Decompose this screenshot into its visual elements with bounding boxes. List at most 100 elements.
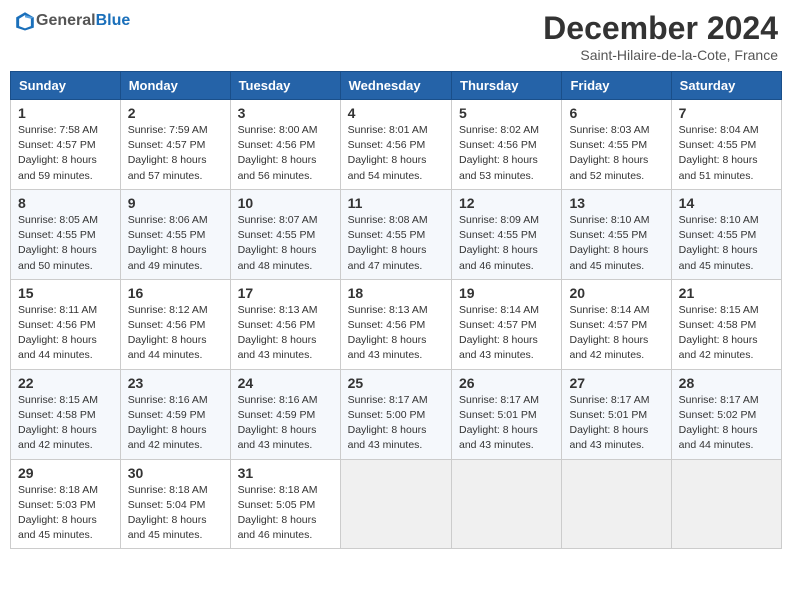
title-block: December 2024 Saint-Hilaire-de-la-Cote, … — [543, 10, 778, 63]
day-number: 29 — [18, 465, 113, 481]
day-number: 8 — [18, 195, 113, 211]
month-title: December 2024 — [543, 10, 778, 47]
day-info: Sunrise: 8:09 AMSunset: 4:55 PMDaylight:… — [459, 213, 554, 274]
day-number: 2 — [128, 105, 223, 121]
calendar-week-1: 1 Sunrise: 7:58 AMSunset: 4:57 PMDaylight… — [11, 100, 782, 190]
calendar-header-monday: Monday — [120, 72, 230, 100]
day-number: 30 — [128, 465, 223, 481]
calendar-cell: 24 Sunrise: 8:16 AMSunset: 4:59 PMDayligh… — [230, 369, 340, 459]
day-number: 22 — [18, 375, 113, 391]
day-number: 21 — [679, 285, 774, 301]
day-number: 9 — [128, 195, 223, 211]
day-info: Sunrise: 8:15 AMSunset: 4:58 PMDaylight:… — [18, 393, 113, 454]
day-info: Sunrise: 8:16 AMSunset: 4:59 PMDaylight:… — [128, 393, 223, 454]
day-info: Sunrise: 8:14 AMSunset: 4:57 PMDaylight:… — [459, 303, 554, 364]
day-info: Sunrise: 8:10 AMSunset: 4:55 PMDaylight:… — [569, 213, 663, 274]
calendar-cell: 19 Sunrise: 8:14 AMSunset: 4:57 PMDayligh… — [452, 279, 562, 369]
day-number: 17 — [238, 285, 333, 301]
day-info: Sunrise: 8:17 AMSunset: 5:00 PMDaylight:… — [348, 393, 444, 454]
calendar-week-4: 22 Sunrise: 8:15 AMSunset: 4:58 PMDayligh… — [11, 369, 782, 459]
day-info: Sunrise: 8:13 AMSunset: 4:56 PMDaylight:… — [238, 303, 333, 364]
calendar-cell: 12 Sunrise: 8:09 AMSunset: 4:55 PMDayligh… — [452, 189, 562, 279]
page-header: GeneralBlue December 2024 Saint-Hilaire-… — [10, 10, 782, 63]
day-info: Sunrise: 8:17 AMSunset: 5:01 PMDaylight:… — [569, 393, 663, 454]
day-number: 11 — [348, 195, 444, 211]
day-number: 14 — [679, 195, 774, 211]
day-info: Sunrise: 8:13 AMSunset: 4:56 PMDaylight:… — [348, 303, 444, 364]
day-number: 26 — [459, 375, 554, 391]
calendar-header-row: SundayMondayTuesdayWednesdayThursdayFrid… — [11, 72, 782, 100]
day-number: 1 — [18, 105, 113, 121]
calendar-cell: 11 Sunrise: 8:08 AMSunset: 4:55 PMDayligh… — [340, 189, 451, 279]
logo-blue-text: Blue — [96, 12, 131, 30]
calendar-cell: 5 Sunrise: 8:02 AMSunset: 4:56 PMDaylight… — [452, 100, 562, 190]
calendar-cell: 17 Sunrise: 8:13 AMSunset: 4:56 PMDayligh… — [230, 279, 340, 369]
calendar-header-sunday: Sunday — [11, 72, 121, 100]
day-number: 7 — [679, 105, 774, 121]
calendar-cell: 14Sunrise: 8:10 AMSunset: 4:55 PMDayligh… — [671, 189, 781, 279]
day-number: 28 — [679, 375, 774, 391]
day-info: Sunrise: 8:03 AMSunset: 4:55 PMDaylight:… — [569, 123, 663, 184]
calendar-week-3: 15 Sunrise: 8:11 AMSunset: 4:56 PMDayligh… — [11, 279, 782, 369]
calendar-cell: 9Sunrise: 8:06 AMSunset: 4:55 PMDaylight… — [120, 189, 230, 279]
day-info: Sunrise: 8:18 AMSunset: 5:03 PMDaylight:… — [18, 483, 113, 544]
calendar-cell: 18 Sunrise: 8:13 AMSunset: 4:56 PMDayligh… — [340, 279, 451, 369]
calendar-cell — [671, 459, 781, 549]
calendar-cell: 15 Sunrise: 8:11 AMSunset: 4:56 PMDayligh… — [11, 279, 121, 369]
day-number: 3 — [238, 105, 333, 121]
calendar-header-friday: Friday — [562, 72, 671, 100]
day-info: Sunrise: 7:59 AMSunset: 4:57 PMDaylight:… — [128, 123, 223, 184]
day-number: 27 — [569, 375, 663, 391]
calendar-cell: 20 Sunrise: 8:14 AMSunset: 4:57 PMDayligh… — [562, 279, 671, 369]
calendar-week-2: 8Sunrise: 8:05 AMSunset: 4:55 PMDaylight… — [11, 189, 782, 279]
calendar-cell: 6Sunrise: 8:03 AMSunset: 4:55 PMDaylight… — [562, 100, 671, 190]
day-number: 5 — [459, 105, 554, 121]
calendar-cell: 30 Sunrise: 8:18 AMSunset: 5:04 PMDayligh… — [120, 459, 230, 549]
day-number: 20 — [569, 285, 663, 301]
day-info: Sunrise: 8:18 AMSunset: 5:04 PMDaylight:… — [128, 483, 223, 544]
calendar-cell: 4 Sunrise: 8:01 AMSunset: 4:56 PMDaylight… — [340, 100, 451, 190]
day-info: Sunrise: 7:58 AMSunset: 4:57 PMDaylight:… — [18, 123, 113, 184]
calendar-cell: 29 Sunrise: 8:18 AMSunset: 5:03 PMDayligh… — [11, 459, 121, 549]
logo: GeneralBlue — [14, 10, 130, 32]
day-number: 31 — [238, 465, 333, 481]
calendar-cell: 10Sunrise: 8:07 AMSunset: 4:55 PMDayligh… — [230, 189, 340, 279]
day-info: Sunrise: 8:01 AMSunset: 4:56 PMDaylight:… — [348, 123, 444, 184]
day-info: Sunrise: 8:16 AMSunset: 4:59 PMDaylight:… — [238, 393, 333, 454]
day-number: 23 — [128, 375, 223, 391]
location-subtitle: Saint-Hilaire-de-la-Cote, France — [543, 47, 778, 63]
day-info: Sunrise: 8:02 AMSunset: 4:56 PMDaylight:… — [459, 123, 554, 184]
logo-general-text: General — [36, 12, 96, 30]
day-number: 15 — [18, 285, 113, 301]
calendar-cell: 13 Sunrise: 8:10 AMSunset: 4:55 PMDayligh… — [562, 189, 671, 279]
calendar-header-saturday: Saturday — [671, 72, 781, 100]
calendar-cell — [340, 459, 451, 549]
day-number: 25 — [348, 375, 444, 391]
day-number: 19 — [459, 285, 554, 301]
calendar-header-tuesday: Tuesday — [230, 72, 340, 100]
day-info: Sunrise: 8:17 AMSunset: 5:01 PMDaylight:… — [459, 393, 554, 454]
day-info: Sunrise: 8:07 AMSunset: 4:55 PMDaylight:… — [238, 213, 333, 274]
day-info: Sunrise: 8:14 AMSunset: 4:57 PMDaylight:… — [569, 303, 663, 364]
day-number: 24 — [238, 375, 333, 391]
calendar-header-thursday: Thursday — [452, 72, 562, 100]
calendar-cell: 25 Sunrise: 8:17 AMSunset: 5:00 PMDayligh… — [340, 369, 451, 459]
calendar-cell: 28 Sunrise: 8:17 AMSunset: 5:02 PMDayligh… — [671, 369, 781, 459]
day-number: 12 — [459, 195, 554, 211]
day-info: Sunrise: 8:18 AMSunset: 5:05 PMDaylight:… — [238, 483, 333, 544]
day-info: Sunrise: 8:12 AMSunset: 4:56 PMDaylight:… — [128, 303, 223, 364]
day-number: 18 — [348, 285, 444, 301]
calendar-cell — [562, 459, 671, 549]
day-info: Sunrise: 8:17 AMSunset: 5:02 PMDaylight:… — [679, 393, 774, 454]
calendar-week-5: 29 Sunrise: 8:18 AMSunset: 5:03 PMDayligh… — [11, 459, 782, 549]
calendar-cell: 1 Sunrise: 7:58 AMSunset: 4:57 PMDaylight… — [11, 100, 121, 190]
day-info: Sunrise: 8:11 AMSunset: 4:56 PMDaylight:… — [18, 303, 113, 364]
calendar-cell: 7 Sunrise: 8:04 AMSunset: 4:55 PMDaylight… — [671, 100, 781, 190]
day-number: 13 — [569, 195, 663, 211]
calendar-cell: 27 Sunrise: 8:17 AMSunset: 5:01 PMDayligh… — [562, 369, 671, 459]
day-info: Sunrise: 8:08 AMSunset: 4:55 PMDaylight:… — [348, 213, 444, 274]
calendar-table: SundayMondayTuesdayWednesdayThursdayFrid… — [10, 71, 782, 549]
calendar-cell: 22 Sunrise: 8:15 AMSunset: 4:58 PMDayligh… — [11, 369, 121, 459]
day-info: Sunrise: 8:04 AMSunset: 4:55 PMDaylight:… — [679, 123, 774, 184]
day-number: 4 — [348, 105, 444, 121]
